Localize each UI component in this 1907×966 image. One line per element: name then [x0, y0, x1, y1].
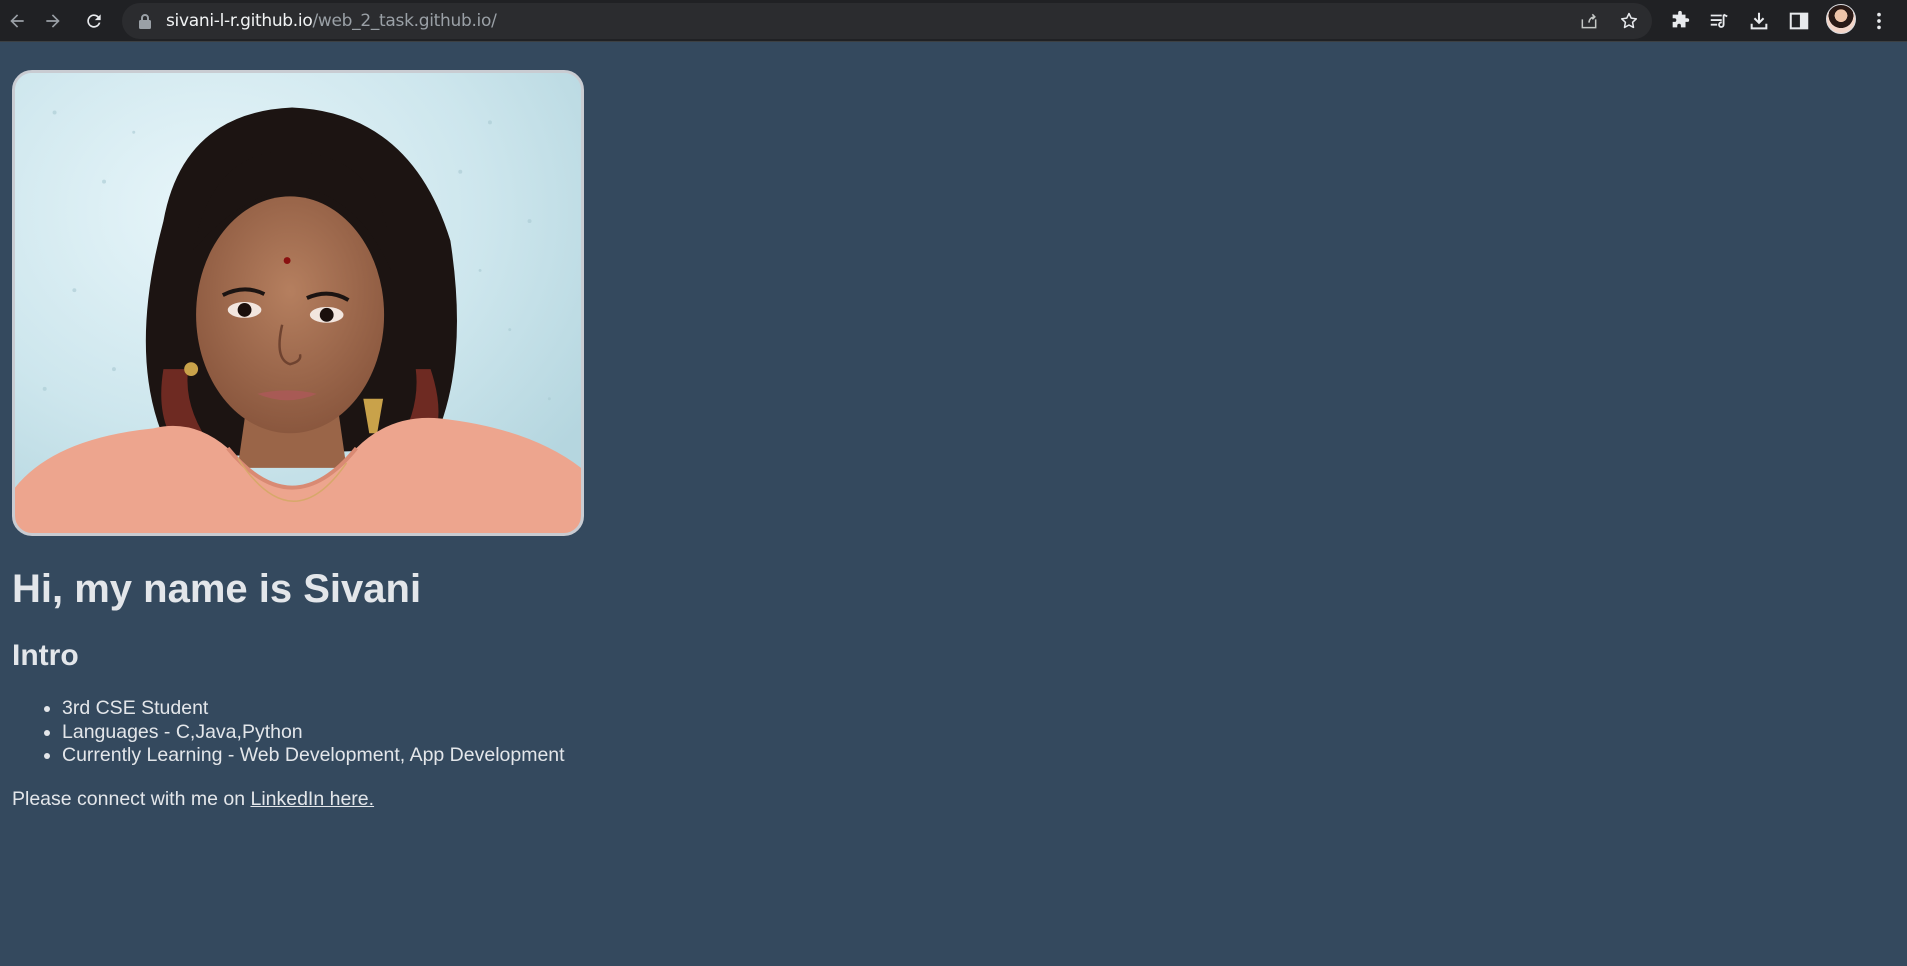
- intro-heading: Intro: [12, 639, 79, 672]
- list-item: 3rd CSE Student: [62, 697, 565, 721]
- extensions-icon[interactable]: [1664, 5, 1696, 37]
- lock-icon[interactable]: [138, 13, 152, 29]
- bookmark-star-icon[interactable]: [1617, 9, 1641, 33]
- url-host: sivani-l-r.github.io: [166, 11, 313, 31]
- linkedin-link[interactable]: LinkedIn here.: [250, 788, 374, 810]
- reading-list-icon[interactable]: [1703, 5, 1735, 37]
- page-title: Hi, my name is Sivani: [12, 567, 422, 611]
- connect-paragraph: Please connect with me on LinkedIn here.: [12, 787, 374, 811]
- forward-icon[interactable]: [36, 4, 70, 38]
- connect-text: Please connect with me on: [12, 788, 251, 810]
- url-text[interactable]: sivani-l-r.github.io/web_2_task.github.i…: [166, 11, 497, 31]
- menu-kebab-icon[interactable]: [1863, 5, 1895, 37]
- browser-toolbar: sivani-l-r.github.io/web_2_task.github.i…: [0, 0, 1907, 42]
- profile-avatar[interactable]: [1826, 4, 1856, 34]
- profile-photo: [12, 70, 584, 536]
- reload-icon[interactable]: [77, 4, 111, 38]
- share-icon[interactable]: [1577, 9, 1601, 33]
- list-item: Languages - C,Java,Python: [62, 721, 565, 745]
- list-item: Currently Learning - Web Development, Ap…: [62, 744, 565, 768]
- side-panel-icon[interactable]: [1783, 5, 1815, 37]
- intro-list: 3rd CSE Student Languages - C,Java,Pytho…: [22, 697, 565, 768]
- download-icon[interactable]: [1743, 5, 1775, 37]
- address-bar[interactable]: sivani-l-r.github.io/web_2_task.github.i…: [122, 3, 1652, 39]
- url-path: /web_2_task.github.io/: [312, 11, 497, 31]
- back-icon[interactable]: [0, 4, 34, 38]
